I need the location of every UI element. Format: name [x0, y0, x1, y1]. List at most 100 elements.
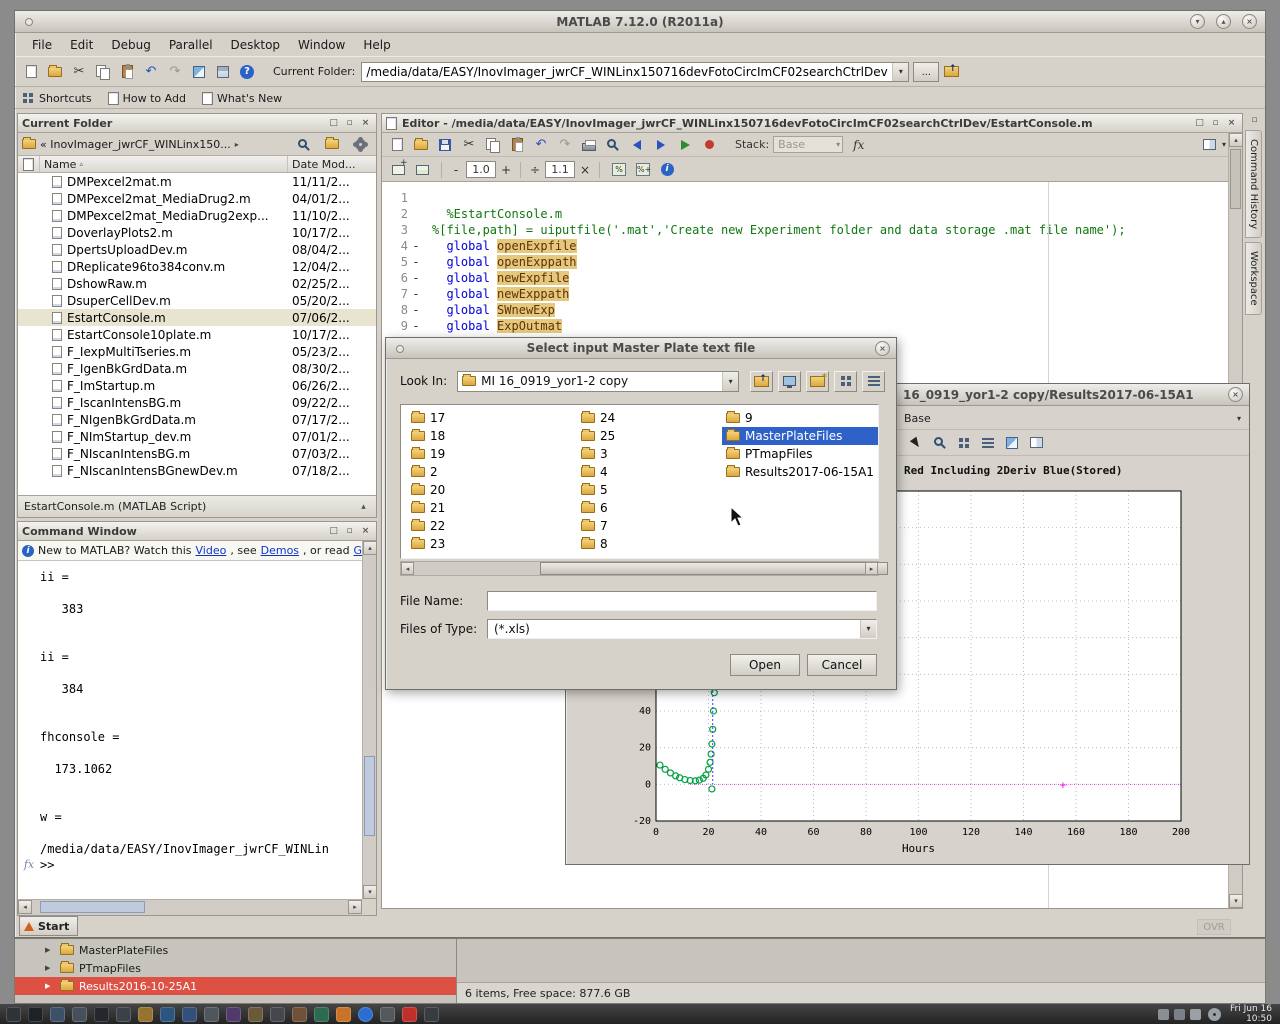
current-folder-combobox[interactable]: ▾ [361, 62, 909, 82]
colorbar-icon[interactable] [1001, 432, 1023, 453]
close-button[interactable]: × [1242, 14, 1257, 29]
cancel-button[interactable]: Cancel [807, 654, 877, 676]
chat-icon[interactable] [314, 1007, 329, 1022]
breadcrumb-arrow-icon[interactable]: ▸ [235, 140, 239, 149]
file-row[interactable]: DoverlayPlots2.m10/17/2... [18, 224, 376, 241]
undo-icon[interactable]: ↶ [530, 134, 552, 155]
console-prompt-row[interactable]: fx>> [18, 857, 362, 873]
split-options-icon[interactable]: ▾ [1222, 140, 1226, 149]
scroll-right-button[interactable]: ▸ [348, 900, 362, 914]
system-monitor-tray-icon[interactable] [1208, 1008, 1221, 1021]
console-output[interactable]: ii = 383 ii = 384 fhconsole = 173.1062 w… [18, 561, 362, 899]
image-viewer-icon[interactable] [204, 1007, 219, 1022]
pan-icon[interactable] [953, 432, 975, 453]
undo-icon[interactable]: ↶ [140, 61, 162, 82]
guide-icon[interactable] [212, 61, 234, 82]
actions-gear-button[interactable] [349, 134, 371, 155]
folder-item[interactable]: 5 [577, 481, 619, 499]
system-monitor-icon[interactable] [116, 1007, 131, 1022]
matlab-titlebar[interactable]: MATLAB 7.12.0 (R2011a) ▾ ▴ × [15, 11, 1265, 33]
search-folder-button[interactable] [321, 134, 343, 155]
folder-list-hscrollbar[interactable]: ◂ ▸ [400, 561, 879, 576]
konsole-icon[interactable] [94, 1007, 109, 1022]
expander-icon[interactable]: ▶ [45, 946, 55, 954]
tree-item[interactable]: ▶Results2016-10-25A1 [15, 977, 456, 995]
file-row[interactable]: F_ImStartup.m06/26/2... [18, 377, 376, 394]
desktop-icon[interactable] [778, 371, 801, 392]
shortcut-whats-new[interactable]: What's New [202, 92, 282, 105]
archive-icon[interactable] [248, 1007, 263, 1022]
folder-item[interactable]: 2 [407, 463, 449, 481]
file-row[interactable]: F_NIscanIntensBG.m07/03/2... [18, 445, 376, 462]
scroll-thumb[interactable] [364, 756, 375, 836]
breadcrumb[interactable]: « InovImager_jwrCF_WINLinx150... [40, 138, 231, 151]
file-row[interactable]: EstartConsole.m07/06/2... [18, 309, 376, 326]
show-desktop-icon[interactable] [6, 1007, 21, 1022]
undock-icon[interactable]: □ [1193, 117, 1206, 130]
legend-icon[interactable] [977, 432, 999, 453]
folder-item[interactable]: 6 [577, 499, 619, 517]
forward-icon[interactable] [650, 134, 672, 155]
file-name-input[interactable] [487, 591, 877, 611]
menu-debug[interactable]: Debug [102, 36, 159, 54]
grid-view-icon[interactable] [834, 371, 857, 392]
menu-window[interactable]: Window [289, 36, 354, 54]
figure-menu-base[interactable]: Base [904, 412, 931, 425]
file-row[interactable]: F_IscanIntensBG.m09/22/2... [18, 394, 376, 411]
up-one-level-icon[interactable] [750, 371, 773, 392]
split-editor-button[interactable] [1199, 134, 1221, 155]
fx-search-button[interactable]: fx [853, 138, 864, 152]
create-new-folder-icon[interactable] [806, 371, 829, 392]
file-row[interactable]: DReplicate96to384conv.m12/04/2... [18, 258, 376, 275]
network-tray-icon[interactable] [1174, 1009, 1185, 1020]
start-button[interactable]: Start [19, 916, 78, 936]
collapse-detail-icon[interactable]: ▴ [357, 500, 370, 513]
command-window-hscrollbar[interactable]: ◂ ▸ [18, 899, 362, 915]
tree-item[interactable]: ▶MasterPlateFiles [15, 941, 456, 959]
redo-icon[interactable]: ↷ [554, 134, 576, 155]
current-folder-input[interactable] [362, 64, 892, 80]
cut-icon[interactable]: ✂ [458, 134, 480, 155]
mail-icon[interactable] [292, 1007, 307, 1022]
up-one-level-button[interactable] [940, 61, 962, 82]
folder-item[interactable]: PTmapFiles [722, 445, 878, 463]
text-editor-icon[interactable] [72, 1007, 87, 1022]
look-in-dropdown-icon[interactable]: ▾ [722, 372, 738, 391]
folder-item[interactable]: 9 [722, 409, 878, 427]
shortcut-how-to-add[interactable]: How to Add [108, 92, 186, 105]
cell-info-icon[interactable]: i [656, 159, 678, 180]
volume-tray-icon[interactable] [1190, 1009, 1201, 1020]
cell-value-field-2[interactable]: 1.1 [545, 161, 575, 178]
multiply-button[interactable]: × [578, 163, 592, 177]
orange-app-icon[interactable] [336, 1007, 351, 1022]
menu-edit[interactable]: Edit [61, 36, 102, 54]
folder-item[interactable]: 8 [577, 535, 619, 553]
scroll-thumb[interactable] [1230, 149, 1241, 209]
close-panel-icon[interactable]: × [1225, 117, 1238, 130]
figure-close-button[interactable]: × [1228, 387, 1243, 402]
menu-desktop[interactable]: Desktop [222, 36, 290, 54]
settings-icon[interactable] [270, 1007, 285, 1022]
new-script-icon[interactable] [20, 61, 42, 82]
undock-icon[interactable]: □ [327, 525, 340, 538]
file-manager-icon[interactable] [50, 1007, 65, 1022]
open-file-icon[interactable] [410, 134, 432, 155]
clipboard-tray-icon[interactable] [1158, 1009, 1169, 1020]
scroll-thumb[interactable] [540, 562, 888, 575]
file-row[interactable]: EstartConsole10plate.m10/17/2... [18, 326, 376, 343]
dialog-titlebar[interactable]: Select input Master Plate text file × [386, 338, 896, 359]
folder-item[interactable]: 24 [577, 409, 619, 427]
search-button[interactable] [293, 134, 315, 155]
folder-list[interactable]: 171819220212223 2425345678 9MasterPlateF… [400, 404, 879, 559]
folder-item[interactable]: Results2017-06-15A1 [722, 463, 878, 481]
folder-item[interactable]: 25 [577, 427, 619, 445]
undock-icon[interactable]: □ [327, 117, 340, 130]
paste-icon[interactable] [116, 61, 138, 82]
name-column-header[interactable]: Name [44, 158, 76, 171]
detail-view-icon[interactable] [862, 371, 885, 392]
zoom-in-icon[interactable] [929, 432, 951, 453]
globe-icon[interactable] [358, 1007, 373, 1022]
file-row[interactable]: F_NImStartup_dev.m07/01/2... [18, 428, 376, 445]
file-row[interactable]: DsuperCellDev.m05/20/2... [18, 292, 376, 309]
folder-app-icon[interactable] [138, 1007, 153, 1022]
